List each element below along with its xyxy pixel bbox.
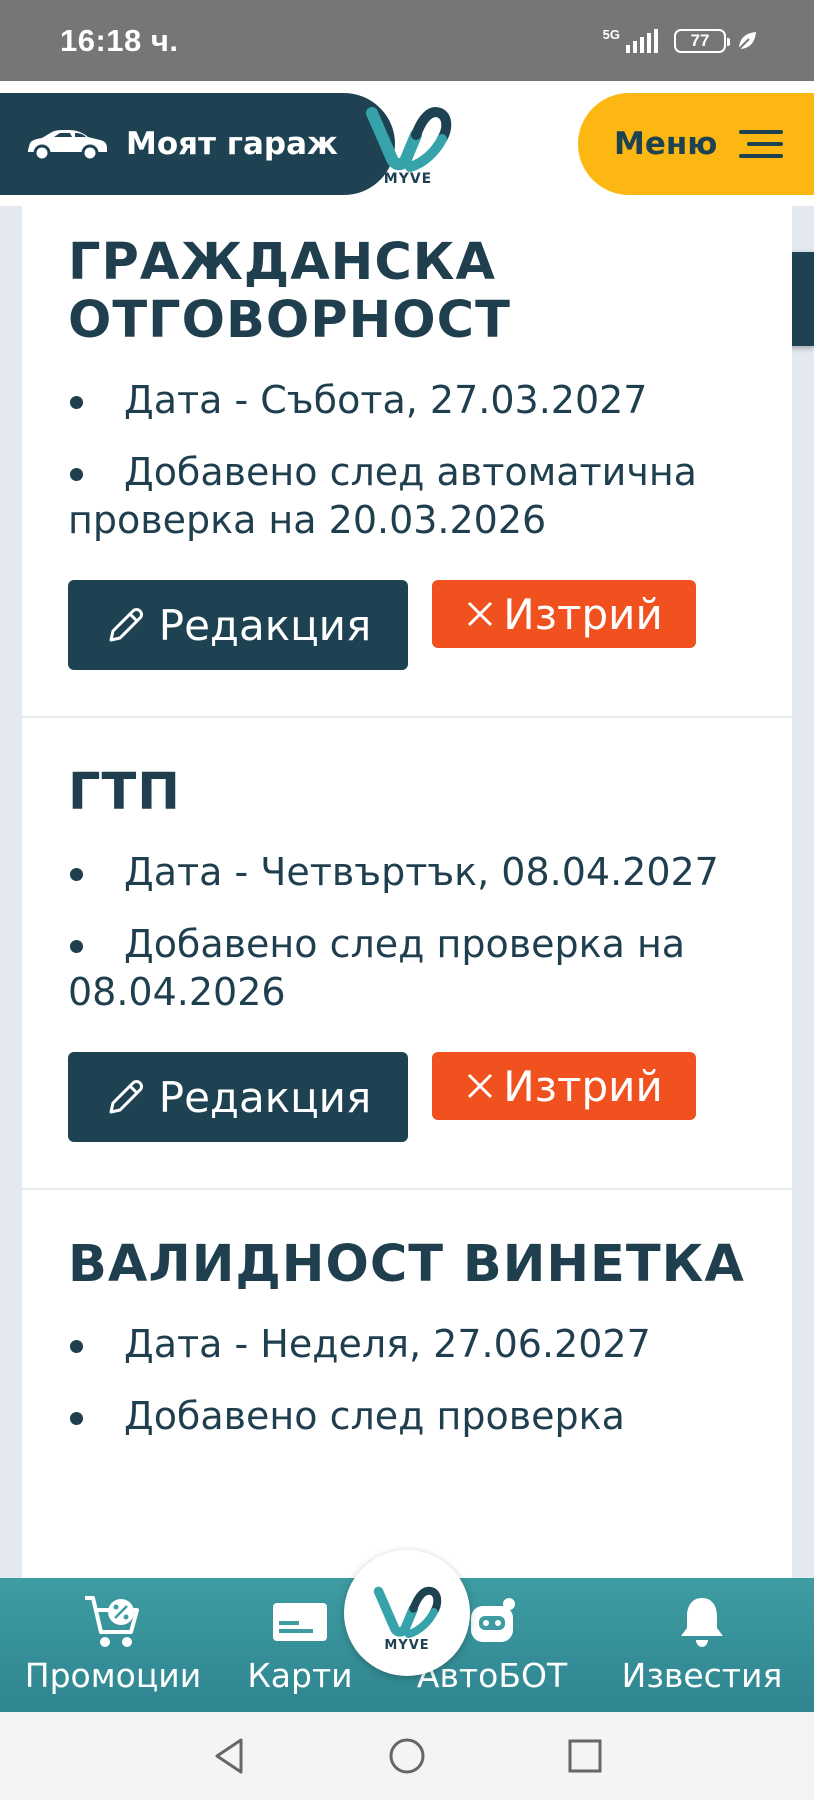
menu-label: Меню	[614, 126, 718, 162]
battery-level: 77	[690, 30, 710, 50]
reminder-date: Дата - Четвъртък, 08.04.2027	[68, 848, 746, 896]
my-garage-label: Моят гараж	[126, 126, 338, 162]
status-icons: 5G 77	[602, 27, 758, 53]
edit-button[interactable]: Редакция	[68, 1052, 408, 1142]
back-icon[interactable]	[211, 1736, 247, 1776]
home-icon[interactable]	[387, 1736, 427, 1776]
delete-button[interactable]: Изтрий	[432, 1052, 696, 1120]
network-label: 5G	[602, 27, 620, 42]
battery-icon: 77	[674, 28, 730, 53]
app-header: Моят гараж MYVE Меню	[0, 81, 814, 206]
menu-button[interactable]: Меню	[578, 93, 814, 195]
signal-icon	[626, 28, 658, 53]
reminder-card: ВАЛИДНОСТ ВИНЕТКА Дата - Неделя, 27.06.2…	[22, 1190, 792, 1440]
reminder-details: Дата - Събота, 27.03.2027 Добавено след …	[68, 376, 746, 544]
nav-item-notifications[interactable]: Известия	[614, 1592, 790, 1695]
nav-label: Карти	[247, 1656, 353, 1695]
logo-text: MYVE	[384, 1637, 430, 1653]
nav-label: Промоции	[24, 1656, 202, 1695]
reminder-card: ГТП Дата - Четвъртък, 08.04.2027 Добавен…	[22, 718, 792, 1190]
car-icon	[28, 130, 107, 162]
home-logo-button[interactable]: MYVE	[344, 1550, 470, 1676]
card-icon	[273, 1603, 327, 1641]
recent-apps-icon[interactable]	[567, 1738, 603, 1774]
reminder-added-note: Добавено след проверка на 08.04.2026	[68, 920, 746, 1016]
myve-logo-icon	[366, 107, 452, 172]
reminder-added-note: Добавено след проверка	[68, 1392, 746, 1440]
edit-label: Редакция	[158, 600, 372, 650]
pencil-icon	[109, 608, 143, 642]
delete-label: Изтрий	[503, 589, 663, 639]
delete-label: Изтрий	[503, 1061, 663, 1111]
reminder-details: Дата - Четвъртък, 08.04.2027 Добавено сл…	[68, 848, 746, 1016]
reminder-details: Дата - Неделя, 27.06.2027 Добавено след …	[68, 1320, 746, 1440]
edit-button[interactable]: Редакция	[68, 580, 408, 670]
edit-label: Редакция	[158, 1072, 372, 1122]
reminder-date: Дата - Неделя, 27.06.2027	[68, 1320, 746, 1368]
status-bar: 16:18 ч. 5G 77	[0, 0, 814, 81]
status-time: 16:18 ч.	[60, 22, 179, 58]
delete-button[interactable]: Изтрий	[432, 580, 696, 648]
reminder-title: ВАЛИДНОСТ ВИНЕТКА	[68, 1235, 745, 1294]
pencil-icon	[109, 1080, 143, 1114]
hamburger-icon	[739, 130, 784, 158]
reminder-added-note: Добавено след автоматична проверка на 20…	[68, 448, 746, 544]
reminder-title: ГРАЖДАНСКА ОТГОВОРНОСТ	[68, 233, 511, 350]
system-navigation-bar	[0, 1712, 814, 1800]
reminder-title: ГТП	[68, 763, 181, 822]
reminder-date: Дата - Събота, 27.03.2027	[68, 376, 746, 424]
close-icon	[468, 601, 493, 627]
myve-logo-icon	[373, 1586, 442, 1638]
robot-icon	[471, 1598, 515, 1642]
leaf-icon	[738, 31, 756, 50]
nav-label: Известия	[621, 1656, 783, 1695]
nav-item-promotions[interactable]: Промоции	[22, 1592, 204, 1695]
close-icon	[468, 1073, 493, 1099]
bell-icon	[681, 1598, 723, 1647]
reminders-list: ГРАЖДАНСКА ОТГОВОРНОСТ Дата - Събота, 27…	[22, 206, 792, 1578]
my-garage-button[interactable]: Моят гараж	[0, 93, 395, 195]
reminder-actions: Редакция Изтрий	[68, 568, 746, 716]
reminder-actions: Редакция Изтрий	[68, 1040, 746, 1188]
reminder-card: ГРАЖДАНСКА ОТГОВОРНОСТ Дата - Събота, 27…	[22, 206, 792, 718]
myve-logo[interactable]: MYVE	[358, 91, 458, 199]
cart-percent-icon	[85, 1596, 139, 1647]
logo-text: MYVE	[383, 171, 433, 187]
